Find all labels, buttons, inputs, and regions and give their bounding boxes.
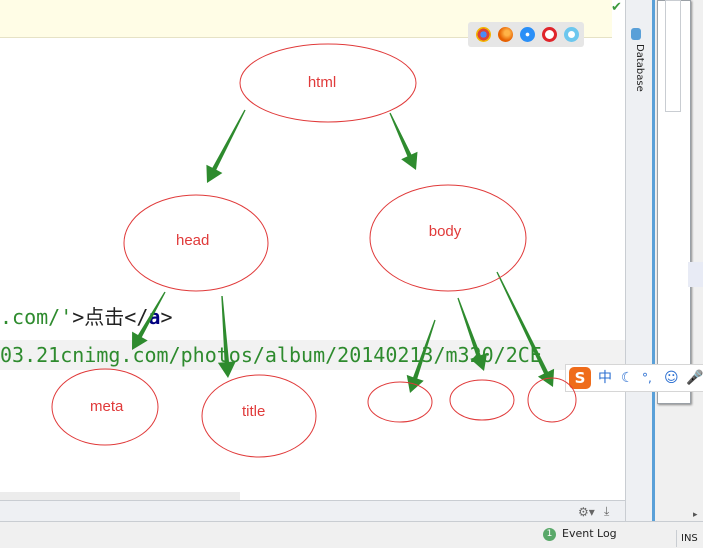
- node-label-body: body: [429, 223, 462, 240]
- node-label-meta: meta: [90, 398, 124, 415]
- tree-edge-arrow: [132, 291, 166, 350]
- tree-edge-arrow: [217, 296, 236, 378]
- tree-edge-arrow: [389, 112, 418, 170]
- tree-edge-arrow: [406, 319, 436, 393]
- node-label-head: head: [176, 232, 209, 249]
- dom-tree-diagram: html head body meta title: [51, 43, 577, 458]
- tree-edge-arrow: [496, 271, 555, 387]
- node-child1: [367, 381, 433, 423]
- node-child2: [449, 379, 515, 421]
- tree-edge-arrow: [457, 297, 488, 371]
- tree-edge-arrow: [206, 109, 246, 183]
- node-label-html: html: [308, 74, 336, 91]
- node-label-title: title: [242, 403, 265, 420]
